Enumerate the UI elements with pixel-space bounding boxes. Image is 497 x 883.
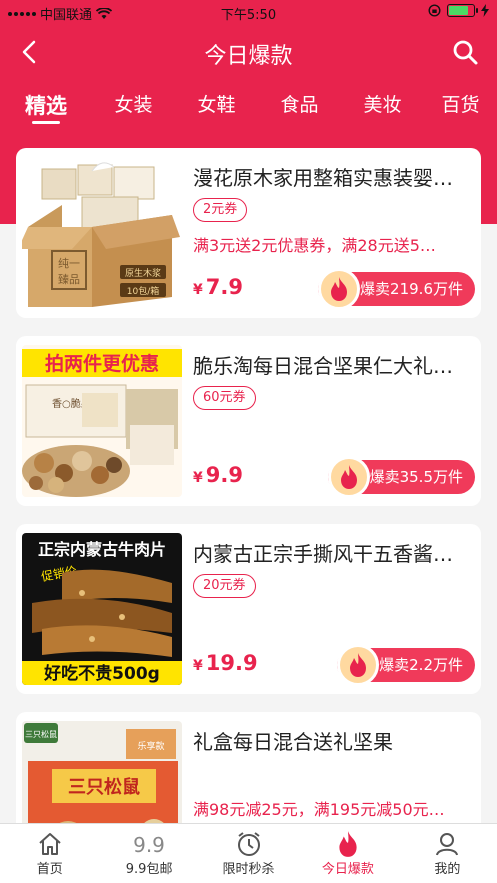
svg-text:正宗内蒙古牛肉片: 正宗内蒙古牛肉片 bbox=[38, 540, 166, 559]
tab-nvzhuang[interactable]: 女装 bbox=[92, 84, 175, 128]
status-right bbox=[428, 4, 489, 17]
tabbar-today-hot[interactable]: 今日爆款 bbox=[298, 824, 397, 883]
product-card[interactable]: 正宗内蒙古牛肉片 促销价 好吃不贵500g 内蒙古正宗手撕风干五香酱… 20元券… bbox=[16, 524, 481, 694]
svg-text:三只松鼠: 三只松鼠 bbox=[68, 776, 140, 798]
sales-badge: 爆卖35.5万件 bbox=[327, 456, 475, 498]
fire-icon bbox=[318, 268, 361, 310]
tab-nvxie[interactable]: 女鞋 bbox=[175, 84, 258, 128]
svg-text:纯一: 纯一 bbox=[58, 257, 80, 270]
product-card[interactable]: 三只松鼠 乐享款 三只松鼠 礼盒每日混合送礼坚果 满98元减25元，满195元减… bbox=[16, 712, 481, 823]
home-icon bbox=[39, 833, 61, 855]
fire-icon bbox=[327, 456, 370, 498]
user-icon bbox=[436, 833, 459, 856]
category-tabs: 精选 女装 女鞋 食品 美妆 百货 bbox=[0, 84, 497, 128]
product-title: 内蒙古正宗手撕风干五香酱… bbox=[193, 542, 453, 566]
product-image-tissue: 纯一 臻品 原生木浆 10包/箱 bbox=[22, 157, 182, 309]
svg-text:9.9: 9.9 bbox=[133, 833, 165, 857]
fire-icon bbox=[337, 644, 380, 686]
svg-text:好吃不贵500g: 好吃不贵500g bbox=[43, 663, 160, 684]
svg-text:臻品: 臻品 bbox=[58, 272, 80, 286]
tab-baihuo[interactable]: 百货 bbox=[424, 84, 497, 128]
status-time: 下午5:50 bbox=[220, 8, 277, 23]
orientation-lock-icon bbox=[428, 4, 441, 17]
search-icon bbox=[453, 40, 478, 65]
product-title: 漫花原木家用整箱实惠装婴… bbox=[193, 166, 453, 190]
tabbar-flash-sale[interactable]: 限时秒杀 bbox=[199, 824, 298, 883]
product-title: 礼盒每日混合送礼坚果 bbox=[193, 730, 393, 754]
page-title: 今日爆款 bbox=[204, 44, 293, 69]
status-bar: 中国联通 下午5:50 bbox=[0, 0, 497, 24]
product-card[interactable]: 纯一 臻品 原生木浆 10包/箱 漫花原木家用整箱实惠装婴… 2元券 满3元送2… bbox=[16, 148, 481, 318]
search-button[interactable] bbox=[449, 36, 481, 68]
nine-nine-icon: 9.9 bbox=[133, 833, 165, 857]
product-image-giftbox: 三只松鼠 乐享款 三只松鼠 bbox=[22, 721, 182, 823]
product-price: ¥19.9 bbox=[193, 651, 258, 675]
battery-icon bbox=[447, 4, 478, 17]
fire-icon bbox=[339, 831, 357, 857]
product-image-nuts: 拍两件更优惠 香○脆果 bbox=[22, 345, 182, 497]
tabbar-nine-nine[interactable]: 9.9 9.9包邮 bbox=[99, 824, 198, 883]
product-list: 纯一 臻品 原生木浆 10包/箱 漫花原木家用整箱实惠装婴… 2元券 满3元送2… bbox=[0, 148, 497, 823]
tab-jingxuan[interactable]: 精选 bbox=[0, 84, 92, 128]
sales-badge: 爆卖2.2万件 bbox=[337, 644, 475, 686]
tab-shipin[interactable]: 食品 bbox=[258, 84, 341, 128]
svg-text:三只松鼠: 三只松鼠 bbox=[25, 729, 57, 739]
nav-bar: 今日爆款 bbox=[0, 24, 497, 80]
promo-text: 满98元减25元，满195元减50元… bbox=[193, 800, 445, 819]
sales-badge: 爆卖219.6万件 bbox=[318, 268, 475, 310]
bottom-tab-bar: 首页 9.9 9.9包邮 限时秒杀 今日爆款 我的 bbox=[0, 823, 497, 883]
tabbar-home[interactable]: 首页 bbox=[0, 824, 99, 883]
product-image-beef: 正宗内蒙古牛肉片 促销价 好吃不贵500g bbox=[22, 533, 182, 685]
coupon-badge[interactable]: 20元券 bbox=[193, 574, 256, 598]
product-price: ¥9.9 bbox=[193, 463, 243, 487]
clock-icon bbox=[237, 832, 260, 856]
tabbar-mine[interactable]: 我的 bbox=[398, 824, 497, 883]
svg-text:拍两件更优惠: 拍两件更优惠 bbox=[45, 352, 159, 375]
svg-text:原生木浆: 原生木浆 bbox=[125, 267, 161, 279]
coupon-badge[interactable]: 60元券 bbox=[193, 386, 256, 410]
tab-meizhuang[interactable]: 美妆 bbox=[341, 84, 424, 128]
charging-icon bbox=[481, 4, 489, 17]
product-title: 脆乐淘每日混合坚果仁大礼… bbox=[193, 354, 453, 378]
svg-text:乐享款: 乐享款 bbox=[137, 740, 164, 752]
coupon-badge[interactable]: 2元券 bbox=[193, 198, 248, 222]
product-price: ¥7.9 bbox=[193, 275, 243, 299]
promo-text: 满3元送2元优惠券，满28元送5… bbox=[193, 236, 436, 255]
product-card[interactable]: 拍两件更优惠 香○脆果 脆乐淘每日混合坚果仁大礼… 60元券 ¥9.9 爆卖35… bbox=[16, 336, 481, 506]
svg-text:10包/箱: 10包/箱 bbox=[127, 285, 160, 297]
